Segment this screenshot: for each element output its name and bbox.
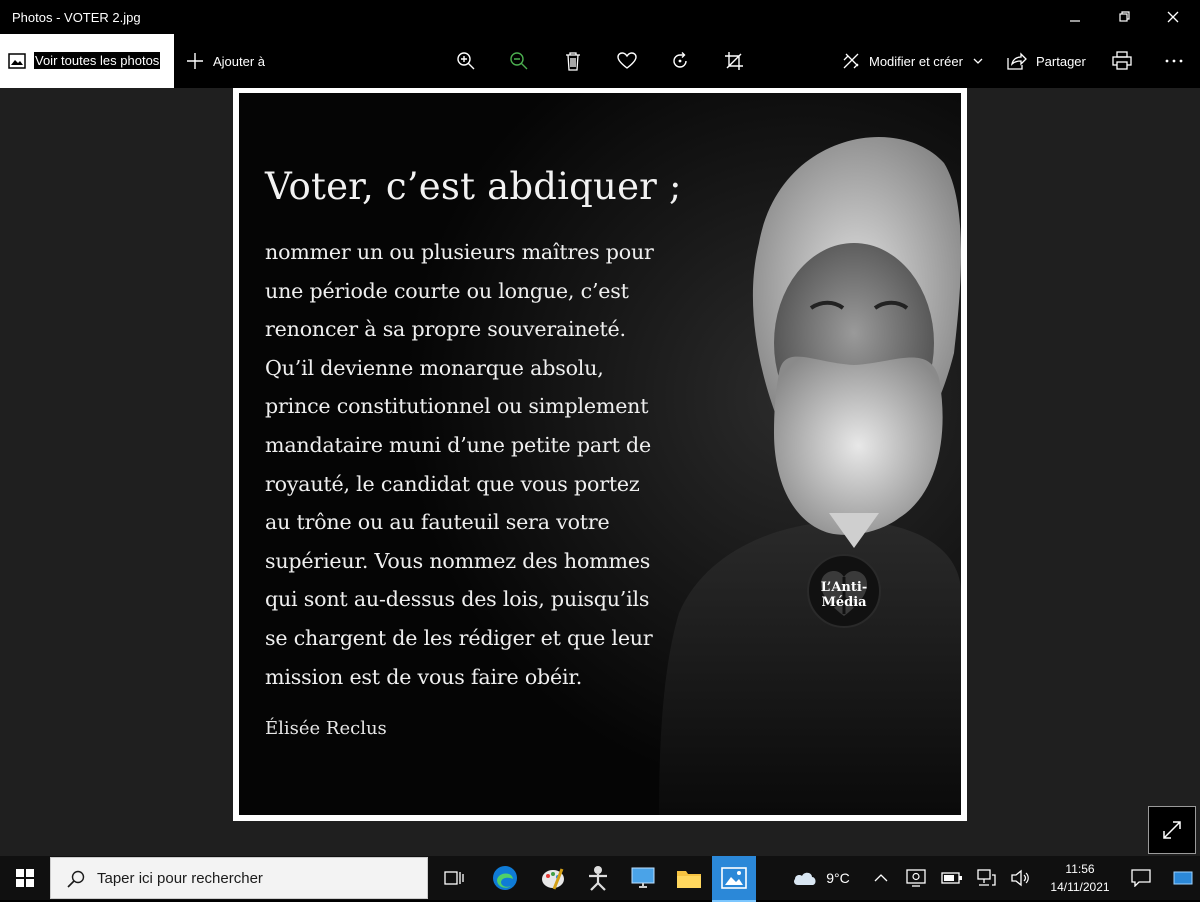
quote-author: Élisée Reclus [265, 718, 387, 739]
close-icon [1167, 11, 1179, 23]
taskbar-app-photos[interactable] [712, 856, 756, 902]
photo-image: Voter, c’est abdiquer ; nommer un ou plu… [239, 93, 961, 815]
edit-create-icon [843, 53, 859, 69]
restore-button[interactable] [1102, 0, 1148, 34]
window-title: Photos - VOTER 2.jpg [12, 10, 141, 25]
expand-icon [1163, 821, 1181, 839]
chevron-down-icon [973, 58, 983, 64]
delete-icon [566, 52, 580, 71]
chevron-up-icon [874, 874, 888, 882]
photo-viewer: Voter, c’est abdiquer ; nommer un ou plu… [0, 88, 1200, 856]
weather-widget[interactable]: 9°C [786, 856, 856, 900]
more-icon [1165, 59, 1183, 63]
view-all-photos-button[interactable]: Voir toutes les photos [0, 34, 174, 88]
show-hidden-icons-button[interactable] [866, 856, 896, 900]
app-icon [589, 866, 607, 891]
tray-icon-volume[interactable] [1004, 856, 1036, 900]
rotate-icon [673, 52, 687, 68]
print-icon [1112, 51, 1132, 70]
add-to-button[interactable]: Ajouter à [186, 34, 265, 88]
taskbar-app-generic[interactable] [576, 856, 620, 900]
rotate-button[interactable] [670, 34, 690, 88]
cloud-icon [794, 872, 816, 885]
close-button[interactable] [1150, 0, 1196, 34]
title-bar: Photos - VOTER 2.jpg [0, 0, 1200, 34]
share-button[interactable]: Partager [1007, 34, 1086, 88]
start-button[interactable] [0, 856, 50, 900]
favorite-icon [617, 52, 637, 69]
battery-icon [941, 872, 962, 884]
taskbar-search-box[interactable]: Taper ici pour rechercher [50, 857, 428, 899]
quote-body: nommer un ou plusieurs maîtres pour une … [265, 240, 654, 689]
zoom-out-icon [510, 52, 528, 70]
fullscreen-button[interactable] [1148, 806, 1196, 854]
edit-create-label: Modifier et créer [869, 53, 963, 69]
quote-headline: Voter, c’est abdiquer ; [265, 165, 682, 208]
taskbar: Taper ici pour rechercher 9°C 11:56 14/1… [0, 856, 1200, 902]
remote-desktop-icon [631, 867, 655, 888]
photos-gallery-icon [8, 53, 26, 69]
watermark-badge: L’Anti-Média [807, 554, 881, 628]
clock-time: 11:56 [1065, 862, 1095, 876]
network-icon [977, 869, 996, 886]
share-label: Partager [1036, 53, 1086, 69]
notifications-button[interactable] [1124, 856, 1158, 900]
taskbar-app-paint[interactable] [530, 856, 576, 900]
watermark-text: L’Anti-Média [820, 580, 868, 610]
search-icon [67, 870, 85, 888]
taskbar-app-file-explorer[interactable] [666, 856, 712, 900]
tray-icon-network[interactable] [970, 856, 1002, 900]
edit-create-button[interactable]: Modifier et créer [842, 34, 983, 88]
more-options-button[interactable] [1164, 34, 1184, 88]
display-settings-icon [906, 869, 926, 887]
tray-icon-display[interactable] [900, 856, 932, 900]
notification-icon [1131, 869, 1151, 887]
add-to-label: Ajouter à [213, 53, 266, 69]
crop-button[interactable] [724, 34, 744, 88]
tray-icon-battery[interactable] [936, 856, 968, 900]
photo-toolbar: Voir toutes les photos Ajouter à Modifie… [0, 34, 1200, 88]
taskbar-clock[interactable]: 11:56 14/11/2021 [1040, 860, 1120, 896]
search-placeholder: Taper ici pour rechercher [97, 870, 263, 887]
file-explorer-icon [677, 871, 701, 888]
zoom-in-icon [457, 52, 475, 70]
plus-icon [187, 53, 203, 69]
share-icon [1007, 52, 1027, 70]
photo-frame: Voter, c’est abdiquer ; nommer un ou plu… [233, 88, 967, 821]
view-all-photos-label: Voir toutes les photos [34, 52, 161, 69]
windows-logo-icon [16, 869, 34, 887]
taskbar-app-remote-desktop[interactable] [620, 856, 666, 900]
weather-temp: 9°C [826, 870, 850, 886]
photos-icon [721, 867, 747, 889]
desktop-app-icon [1173, 871, 1193, 885]
show-desktop-button[interactable] [1166, 856, 1200, 900]
minimize-icon [1070, 20, 1080, 22]
task-view-icon [444, 871, 464, 885]
paint-icon [542, 868, 564, 890]
minimize-button[interactable] [1052, 0, 1098, 34]
print-button[interactable] [1112, 34, 1132, 88]
volume-icon [1011, 869, 1029, 887]
zoom-out-button[interactable] [509, 34, 529, 88]
task-view-button[interactable] [432, 856, 476, 900]
crop-icon [725, 52, 743, 70]
favorite-button[interactable] [617, 34, 637, 88]
zoom-in-button[interactable] [456, 34, 476, 88]
clock-date: 14/11/2021 [1050, 880, 1110, 894]
taskbar-app-edge[interactable] [482, 856, 528, 900]
edge-icon [493, 866, 517, 890]
restore-icon [1119, 11, 1130, 22]
delete-button[interactable] [564, 34, 582, 88]
